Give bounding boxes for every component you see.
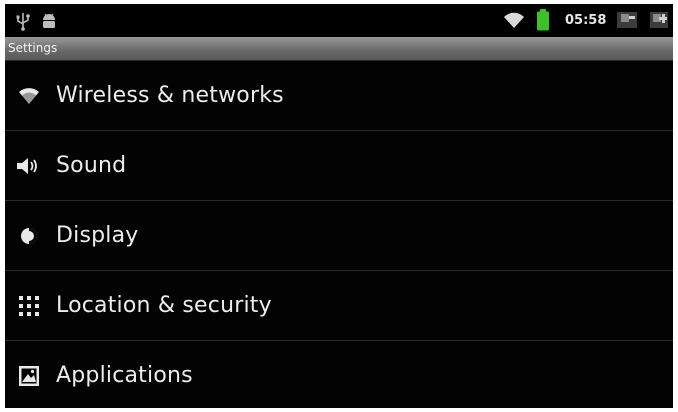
status-bar: 05:58 [5,4,673,37]
menu-key-icon[interactable] [648,10,670,35]
wifi-signal-icon [503,12,525,35]
settings-item-display[interactable]: Display [5,201,673,271]
brightness-icon [16,223,42,249]
settings-item-label: Display [56,223,139,248]
settings-list: Wireless & networks Sound Display Locati… [5,61,673,408]
screen: 05:58 Settings Wireless & networks Sound… [5,4,673,408]
speaker-icon [16,153,42,179]
settings-item-label: Location & security [56,293,272,318]
settings-item-wireless-networks[interactable]: Wireless & networks [5,61,673,131]
settings-item-sound[interactable]: Sound [5,131,673,201]
grid-icon [16,293,42,319]
clock: 05:58 [565,13,607,28]
settings-item-label: Sound [56,153,127,178]
settings-item-label: Applications [56,363,193,388]
title-bar: Settings [5,37,673,61]
wifi-icon [16,83,42,109]
back-key-icon[interactable] [615,10,639,35]
usb-icon [15,11,31,36]
page-title: Settings [8,41,58,55]
settings-item-label: Wireless & networks [56,83,284,108]
settings-item-applications[interactable]: Applications [5,341,673,408]
battery-icon [536,9,550,36]
settings-item-location-security[interactable]: Location & security [5,271,673,341]
android-debug-icon [40,12,58,35]
applications-icon [16,363,42,389]
